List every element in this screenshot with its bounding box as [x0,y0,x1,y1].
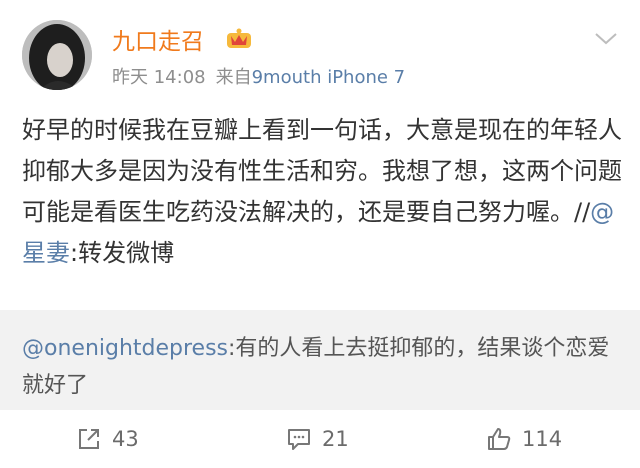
chevron-down-icon[interactable] [594,32,618,46]
username[interactable]: 九口走召 [112,22,204,56]
vip-crown-icon [227,28,251,48]
repost-icon [79,429,99,449]
repost-button[interactable]: 43 [76,425,139,453]
repost-count: 43 [112,427,139,451]
action-bar: 43 21 114 [0,410,640,468]
post-text-tail: :转发微博 [70,239,175,267]
comment-count: 21 [322,427,349,451]
comment-icon [288,429,310,450]
weibo-post: 九口走召 昨天 14:08 来自9mouth iPhone 7 好早的时候我在豆瓣… [0,0,640,308]
comment-button[interactable]: 21 [286,425,349,453]
repost-card[interactable]: @onenightdepress:有的人看上去挺抑郁的，结果谈个恋爱就好了 [0,310,640,410]
post-meta: 昨天 14:08 来自9mouth iPhone 7 [112,63,405,89]
post-text: 好早的时候我在豆瓣上看到一句话，大意是现在的年轻人抑郁大多是因为没有性生活和穷。… [22,116,622,226]
like-icon [488,428,511,450]
post-body: 好早的时候我在豆瓣上看到一句话，大意是现在的年轻人抑郁大多是因为没有性生活和穷。… [22,110,622,274]
source-prefix: 来自 [215,67,252,88]
post-time: 昨天 14:08 [112,67,206,88]
repost-mention-link[interactable]: @onenightdepress [22,336,228,361]
source-device[interactable]: 9mouth iPhone 7 [252,67,406,88]
repost-body: @onenightdepress:有的人看上去挺抑郁的，结果谈个恋爱就好了 [22,330,622,404]
like-count: 114 [522,427,563,451]
avatar[interactable] [22,20,92,90]
like-button[interactable]: 114 [486,425,562,453]
